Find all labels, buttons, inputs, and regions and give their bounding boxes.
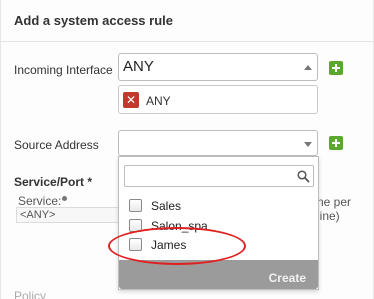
option-salon-spa[interactable]: Salon_spa xyxy=(129,217,299,235)
add-interface-button[interactable] xyxy=(329,61,343,75)
policy-label: Policy xyxy=(14,289,47,299)
source-address-dropdown: Sales Salon_spa James Create xyxy=(118,156,319,290)
add-source-address-button[interactable] xyxy=(329,136,343,150)
info-dot-icon xyxy=(62,196,67,201)
option-label-salon-spa: Salon_spa xyxy=(151,219,208,233)
service-label: Service: xyxy=(18,194,62,208)
dialog-header: Add a system access rule xyxy=(1,0,373,42)
option-sales[interactable]: Sales xyxy=(129,197,299,215)
remove-chip-icon[interactable]: ✕ xyxy=(123,92,139,108)
dialog-panel: Add a system access rule Incoming Interf… xyxy=(0,0,374,299)
option-label-james: James xyxy=(151,238,187,252)
search-icon xyxy=(297,170,310,183)
service-value: <ANY> xyxy=(20,209,56,221)
checkbox-james[interactable] xyxy=(129,238,142,251)
checkbox-salon-spa[interactable] xyxy=(129,219,142,232)
incoming-interface-chip-box: ✕ ANY xyxy=(118,85,318,114)
option-label-sales: Sales xyxy=(151,199,182,213)
incoming-interface-value: ANY xyxy=(123,58,154,75)
source-address-select[interactable] xyxy=(118,130,318,156)
chip-label-any: ANY xyxy=(146,94,171,108)
create-button-label: Create xyxy=(268,271,306,285)
chevron-up-icon xyxy=(304,65,312,70)
option-james[interactable]: James xyxy=(129,236,299,254)
service-field[interactable]: <ANY> xyxy=(16,207,122,223)
service-hint-text: ne per line) xyxy=(317,195,352,223)
create-button[interactable]: Create xyxy=(119,260,318,289)
source-address-label: Source Address xyxy=(14,138,99,152)
service-port-title: Service/Port * xyxy=(14,175,93,189)
chevron-down-icon xyxy=(304,142,312,147)
dropdown-search-input[interactable] xyxy=(124,165,314,187)
incoming-interface-select[interactable]: ANY xyxy=(118,53,318,81)
checkbox-sales[interactable] xyxy=(129,199,142,212)
dialog-title: Add a system access rule xyxy=(14,13,173,28)
incoming-interface-label: Incoming Interface xyxy=(14,63,113,77)
